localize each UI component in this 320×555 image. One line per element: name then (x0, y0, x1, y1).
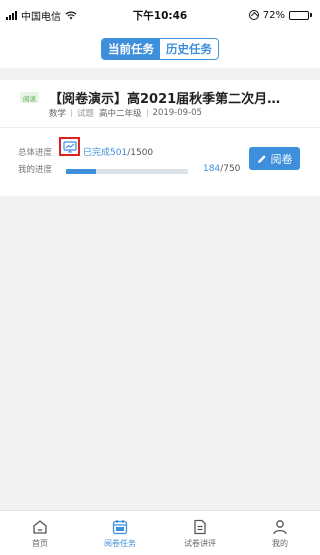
my-progress-fill (66, 169, 96, 174)
task-type: 试题 (77, 109, 95, 119)
task-tab-switcher: 当前任务 历史任务 (101, 38, 219, 60)
total-count: /1500 (127, 148, 154, 158)
task-tag: 阅读 (20, 92, 39, 103)
my-progress-value: 184/750 (203, 164, 240, 174)
tab-current-tasks[interactable]: 当前任务 (102, 39, 160, 59)
my-progress-label: 我的进度 (18, 165, 53, 175)
completed-count: 501 (110, 148, 128, 158)
home-icon (33, 519, 47, 534)
nav-grading-tasks-label: 阅卷任务 (104, 538, 136, 548)
completed-prefix: 已完成 (83, 148, 111, 158)
read-exam-button-label: 阅卷 (270, 152, 293, 166)
nav-exam-review[interactable]: 试卷讲评 (160, 511, 240, 555)
task-grade: 高中二年级 (99, 109, 142, 119)
total-progress-label: 总体进度 (18, 148, 53, 158)
tab-history-tasks[interactable]: 历史任务 (160, 39, 218, 59)
document-icon (194, 519, 206, 534)
my-total-count: /750 (220, 164, 241, 174)
pencil-icon (257, 154, 266, 163)
signal-icon (6, 10, 17, 20)
task-title[interactable]: 【阅卷演示】高2021届秋季第二次月… (49, 88, 304, 107)
monitor-chart-icon (62, 140, 77, 153)
my-progress-bar (66, 169, 188, 174)
carrier-name: 中国电信 (21, 11, 61, 23)
calendar-icon (112, 519, 128, 534)
header: 当前任务 历史任务 (0, 30, 320, 68)
rotation-lock-icon (248, 10, 259, 20)
task-date: 2019-09-05 (152, 108, 202, 118)
battery-percent: 72% (262, 9, 285, 21)
status-bar: 中国电信 下午10:46 72% (0, 0, 320, 30)
wifi-icon (65, 11, 77, 19)
nav-profile-label: 我的 (272, 538, 288, 548)
bottom-nav: 首页 阅卷任务 试卷讲评 我的 (0, 510, 320, 555)
progress-detail-button[interactable] (59, 137, 80, 156)
person-icon (273, 519, 287, 534)
nav-exam-review-label: 试卷讲评 (184, 538, 216, 548)
task-subject: 数学 (49, 109, 67, 119)
read-exam-button[interactable]: 阅卷 (249, 147, 300, 170)
battery-icon (289, 10, 312, 20)
task-meta: 数学 试题 高中二年级 2019-09-05 (49, 107, 202, 119)
nav-grading-tasks[interactable]: 阅卷任务 (80, 511, 160, 555)
my-done-count: 184 (203, 164, 221, 174)
clock-time: 下午10:46 (132, 9, 188, 22)
total-progress-value: 已完成501/1500 (83, 145, 153, 158)
task-card[interactable]: 阅读 【阅卷演示】高2021届秋季第二次月… 数学 试题 高中二年级 2019-… (0, 80, 320, 196)
nav-profile[interactable]: 我的 (240, 511, 320, 555)
nav-home[interactable]: 首页 (0, 511, 80, 555)
nav-home-label: 首页 (32, 538, 48, 548)
divider (0, 127, 320, 128)
